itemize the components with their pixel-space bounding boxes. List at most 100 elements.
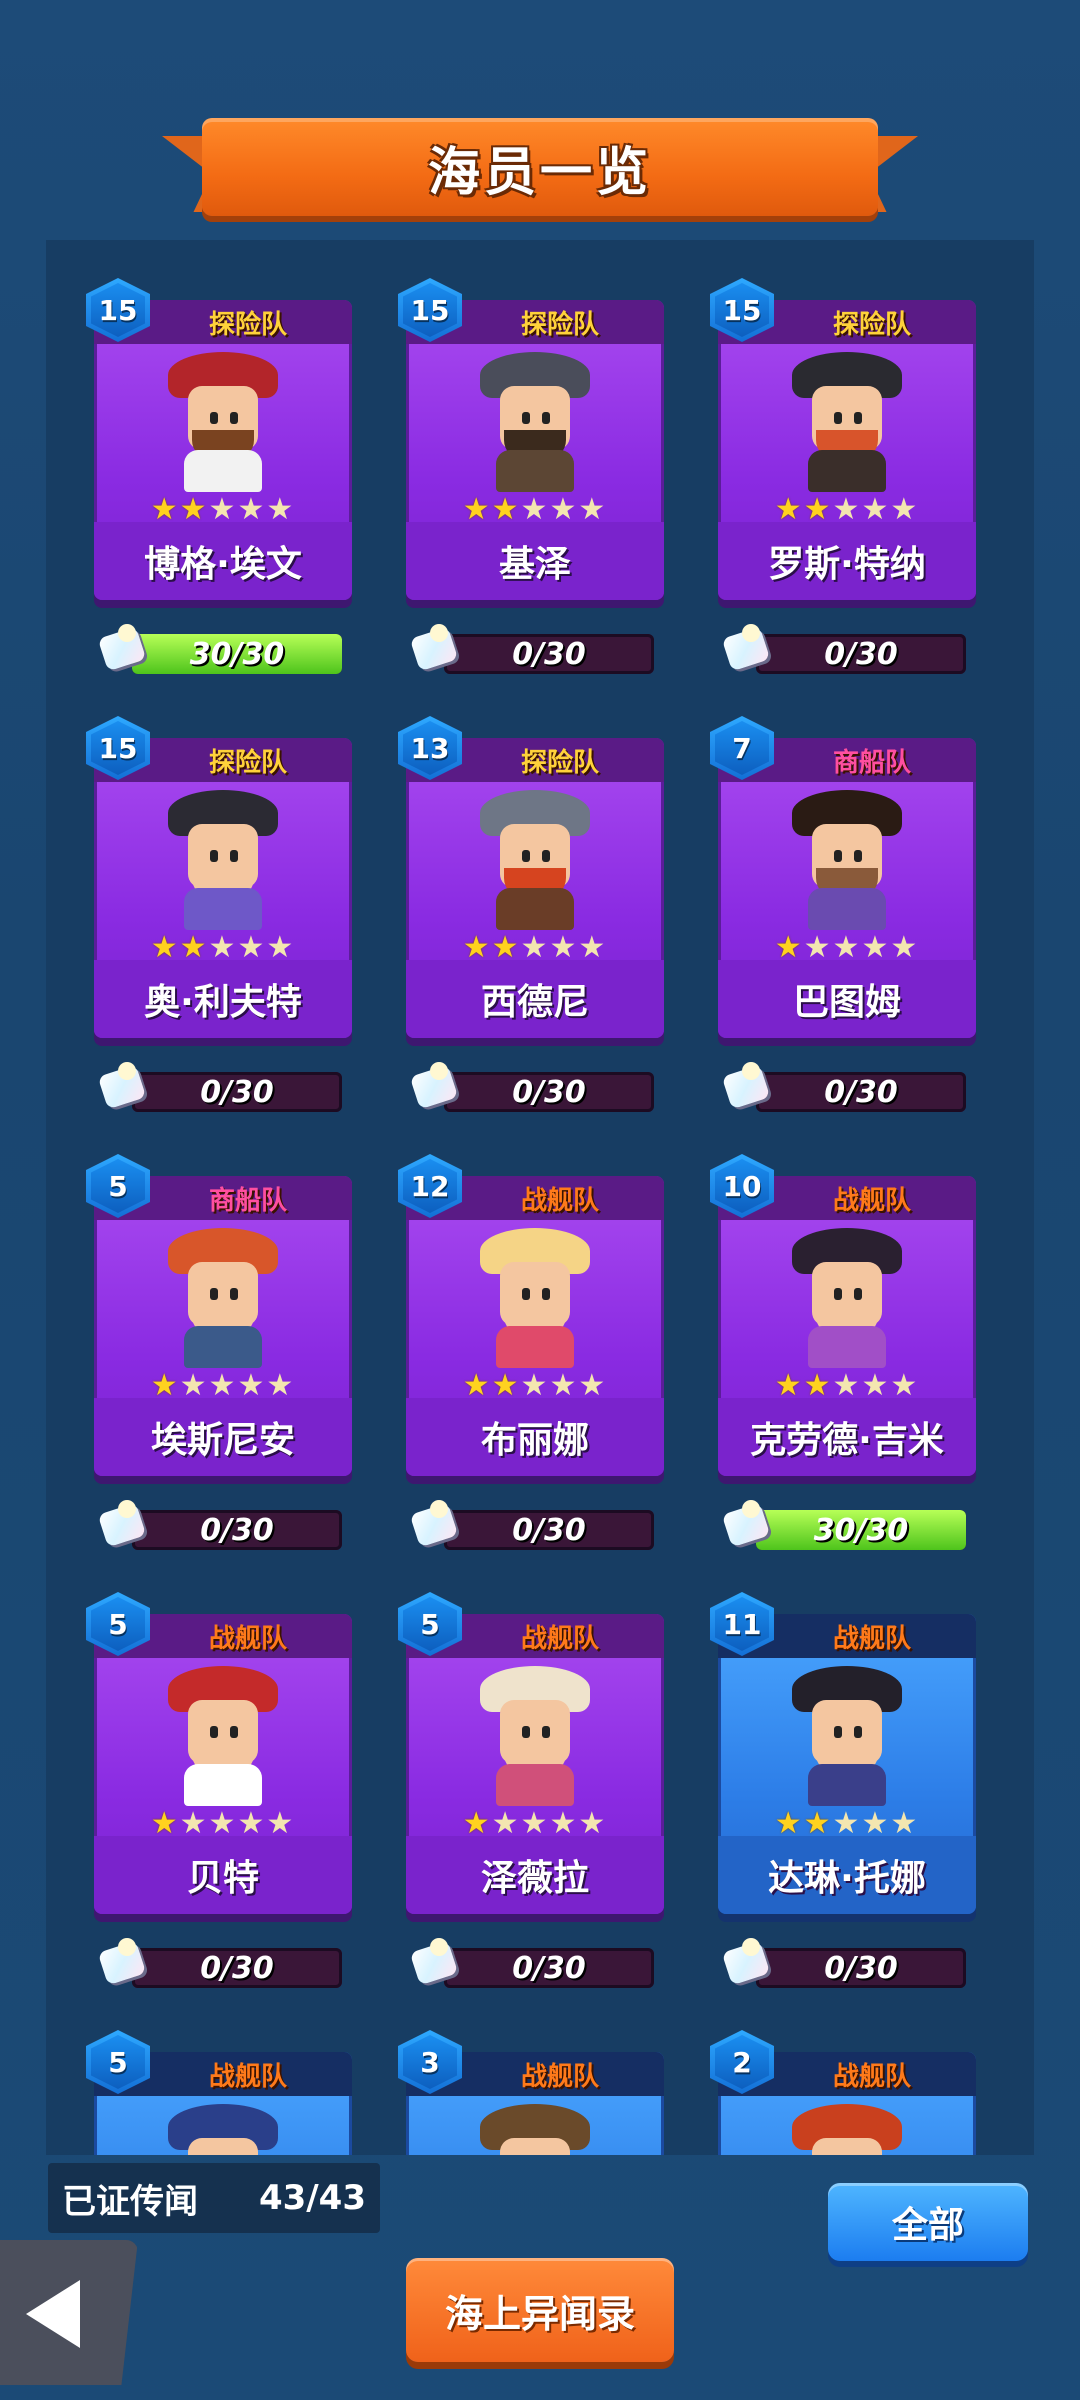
shard-progress-bar: 0/30 [756, 1948, 966, 1988]
portrait-eye [522, 1726, 530, 1738]
crew-name: 埃斯尼安 [150, 1420, 295, 1461]
portrait-eye [522, 850, 530, 862]
crew-portrait [164, 352, 282, 492]
crew-portrait [476, 1228, 594, 1368]
portrait-body [496, 888, 574, 930]
card-frame: 战舰队 ★★★★★ 克劳德·吉米 [718, 1176, 976, 1476]
portrait-body [808, 1326, 886, 1368]
team-name: 探险队 [832, 309, 911, 340]
crew-name: 基泽 [498, 544, 571, 585]
crew-card[interactable]: 3 战舰队 [398, 2030, 664, 2155]
card-frame: 战舰队 ★★★★★ 贝特 [94, 1614, 352, 1914]
level-number: 15 [98, 293, 138, 327]
level-number: 5 [108, 2045, 128, 2079]
portrait-eye [834, 850, 842, 862]
shard-progress-text: 0/30 [200, 1512, 274, 1548]
crew-card[interactable]: 5 商船队 ★★★★★ 埃斯尼安 [86, 1154, 352, 1486]
crew-portrait [476, 352, 594, 492]
card-frame: 战舰队 ★★★★★ 泽薇拉 [406, 1614, 664, 1914]
crew-card[interactable]: 2 战舰队 [710, 2030, 976, 2155]
crew-card[interactable]: 12 战舰队 ★★★★★ 布丽娜 [398, 1154, 664, 1486]
filter-all-label: 全部 [891, 2205, 964, 2246]
shard-progress-bar: 0/30 [444, 1510, 654, 1550]
shard-progress-bar: 0/30 [132, 1948, 342, 1988]
crew-portrait [788, 352, 906, 492]
crew-card[interactable]: 7 商船队 ★★★★★ 巴图姆 [710, 716, 976, 1048]
portrait-eye [522, 412, 530, 424]
page-title: 海员一览 [427, 142, 652, 203]
level-number: 12 [410, 1169, 450, 1203]
portrait-eye [230, 850, 238, 862]
card-frame: 探险队 ★★★★★ 基泽 [406, 300, 664, 600]
shard-progress-bar: 0/30 [132, 1510, 342, 1550]
portrait-body [184, 1764, 262, 1806]
team-name: 战舰队 [832, 1623, 911, 1654]
level-number: 13 [410, 731, 450, 765]
team-name: 探险队 [520, 747, 599, 778]
shard-progress-text: 30/30 [189, 636, 285, 672]
portrait-face [500, 2138, 570, 2155]
puzzle-shard-icon [408, 1498, 464, 1554]
puzzle-shard-icon [720, 1060, 776, 1116]
crew-name: 西德尼 [480, 982, 589, 1023]
crew-card[interactable]: 5 战舰队 [86, 2030, 352, 2155]
shard-progress-row: 0/30 [408, 1938, 666, 1990]
name-bar: 博格·埃文 [94, 522, 352, 600]
crew-portrait [788, 1228, 906, 1368]
crew-name: 奥·利夫特 [144, 982, 302, 1023]
crew-card[interactable]: 5 战舰队 ★★★★★ 贝特 [86, 1592, 352, 1924]
shard-progress-bar: 0/30 [132, 1072, 342, 1112]
puzzle-shard-icon [408, 1936, 464, 1992]
portrait-eye [210, 850, 218, 862]
shard-progress-text: 0/30 [200, 1074, 274, 1110]
crew-card[interactable]: 15 探险队 ★★★★★ 博格·埃文 [86, 278, 352, 610]
sea-rumors-log-button[interactable]: 海上异闻录 [406, 2258, 674, 2362]
crew-card[interactable]: 15 探险队 ★★★★★ 奥·利夫特 [86, 716, 352, 1048]
portrait-eye [834, 1726, 842, 1738]
shard-progress-row: 0/30 [408, 1500, 666, 1552]
name-bar: 罗斯·特纳 [718, 522, 976, 600]
back-button[interactable] [0, 2240, 138, 2385]
crew-card[interactable]: 15 探险队 ★★★★★ 罗斯·特纳 [710, 278, 976, 610]
shard-progress-bar: 0/30 [756, 634, 966, 674]
crew-card[interactable]: 5 战舰队 ★★★★★ 泽薇拉 [398, 1592, 664, 1924]
shard-progress-row: 0/30 [96, 1938, 354, 1990]
crew-card[interactable]: 13 探险队 ★★★★★ 西德尼 [398, 716, 664, 1048]
portrait-eye [230, 1726, 238, 1738]
portrait-eye [542, 1726, 550, 1738]
portrait-body [808, 450, 886, 492]
level-number: 3 [420, 2045, 440, 2079]
crew-portrait [788, 790, 906, 930]
puzzle-shard-icon [96, 1060, 152, 1116]
portrait-body [184, 450, 262, 492]
crew-card[interactable]: 10 战舰队 ★★★★★ 克劳德·吉米 [710, 1154, 976, 1486]
crew-card[interactable]: 15 探险队 ★★★★★ 基泽 [398, 278, 664, 610]
crew-card[interactable]: 11 战舰队 ★★★★★ 达琳·托娜 [710, 1592, 976, 1924]
filter-all-button[interactable]: 全部 [828, 2183, 1028, 2261]
puzzle-shard-icon [720, 622, 776, 678]
card-frame: 探险队 ★★★★★ 博格·埃文 [94, 300, 352, 600]
crew-portrait [476, 1666, 594, 1806]
portrait-face [188, 2138, 258, 2155]
portrait-eye [854, 1726, 862, 1738]
portrait-eye [854, 1288, 862, 1300]
crew-panel[interactable]: 15 探险队 ★★★★★ 博格·埃文 30/30 15 探险队 ★★★★★ 基泽 0/30 15 探险… [46, 240, 1034, 2155]
level-number: 15 [722, 293, 762, 327]
shard-progress-row: 0/30 [720, 1938, 978, 1990]
team-name: 战舰队 [832, 1185, 911, 1216]
puzzle-shard-icon [720, 1936, 776, 1992]
team-name: 探险队 [520, 309, 599, 340]
name-bar: 西德尼 [406, 960, 664, 1038]
shard-progress-text: 0/30 [512, 1074, 586, 1110]
crew-portrait [476, 790, 594, 930]
portrait-eye [834, 1288, 842, 1300]
puzzle-shard-icon [96, 1498, 152, 1554]
level-number: 5 [420, 1607, 440, 1641]
level-number: 15 [410, 293, 450, 327]
portrait-eye [522, 1288, 530, 1300]
team-name: 战舰队 [208, 1623, 287, 1654]
portrait-eye [230, 412, 238, 424]
shard-progress-text: 0/30 [824, 636, 898, 672]
crew-name: 巴图姆 [792, 982, 901, 1023]
portrait-eye [230, 1288, 238, 1300]
